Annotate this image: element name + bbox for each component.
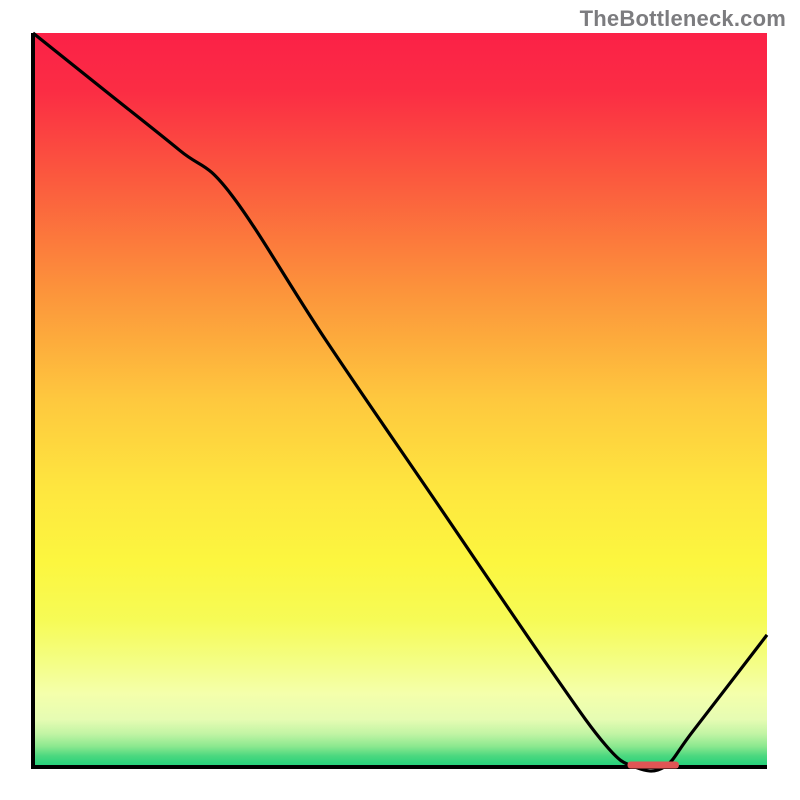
bottleneck-chart [0, 0, 800, 800]
watermark-text: TheBottleneck.com [580, 6, 786, 32]
highlight-marker [628, 762, 679, 769]
plot-background [33, 33, 767, 767]
